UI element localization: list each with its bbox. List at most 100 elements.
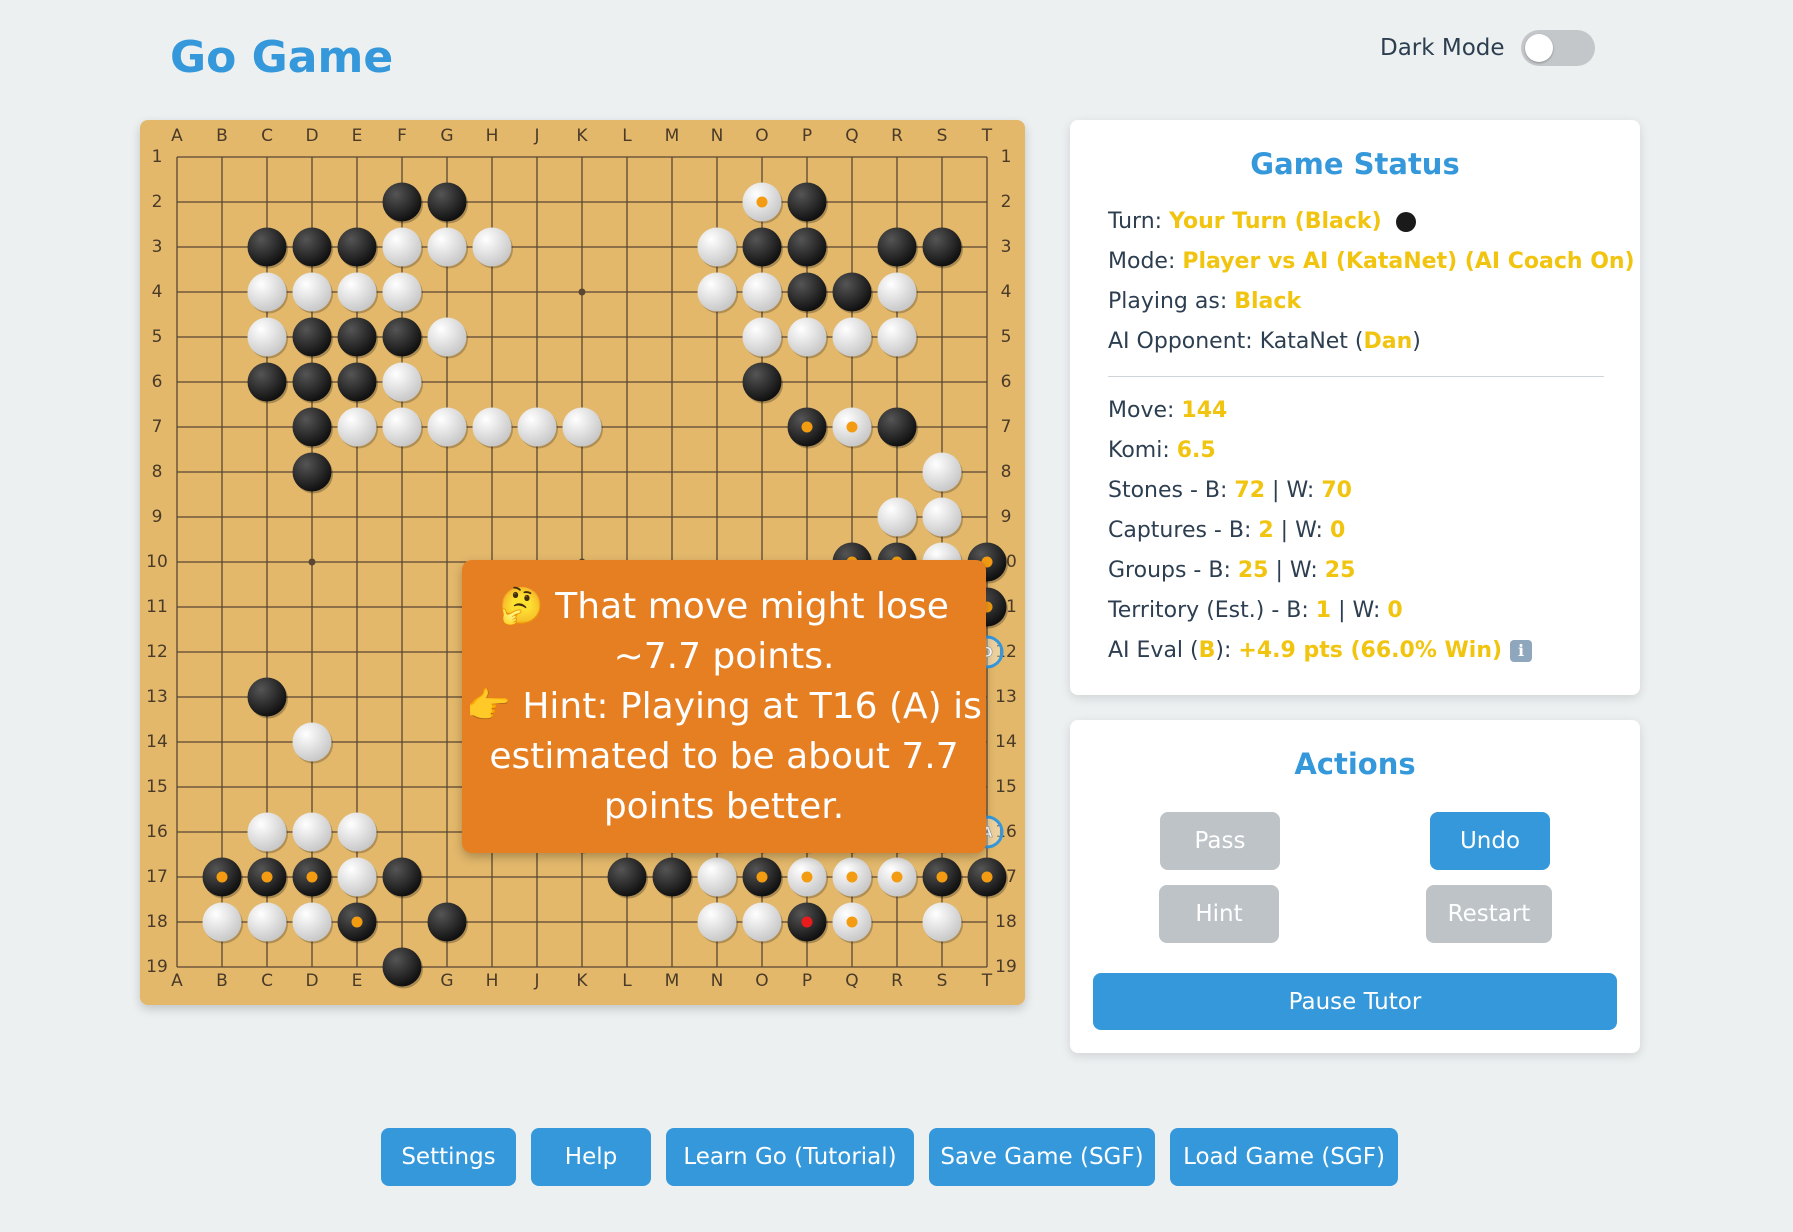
row-label: 12 bbox=[146, 642, 168, 662]
status-divider bbox=[1108, 376, 1604, 377]
go-board[interactable]: AABBCCDDEEFFGGHHJJKKLLMMNNOOPPQQRRSSTT11… bbox=[140, 120, 1025, 1005]
column-label: D bbox=[305, 126, 318, 146]
white-stone bbox=[292, 722, 332, 762]
move-label: Move: bbox=[1108, 398, 1182, 423]
white-stone bbox=[832, 317, 872, 357]
black-stone bbox=[787, 182, 827, 222]
row-label: 17 bbox=[146, 867, 168, 887]
white-stone bbox=[247, 272, 287, 312]
column-label: C bbox=[261, 126, 273, 146]
black-stone bbox=[787, 227, 827, 267]
hint-button[interactable]: Hint bbox=[1159, 885, 1279, 943]
tutorial-button[interactable]: Learn Go (Tutorial) bbox=[666, 1128, 914, 1186]
save-sgf-button[interactable]: Save Game (SGF) bbox=[929, 1128, 1155, 1186]
opponent-level: Dan bbox=[1363, 329, 1413, 354]
captures-label: Captures - B: bbox=[1108, 518, 1259, 543]
black-stone bbox=[427, 182, 467, 222]
column-label: O bbox=[755, 971, 768, 991]
dark-mode-toggle[interactable] bbox=[1520, 30, 1595, 66]
undo-button[interactable]: Undo bbox=[1430, 812, 1550, 870]
stones-sep: | W: bbox=[1265, 478, 1322, 503]
komi-row: Komi: 6.5 bbox=[1108, 431, 1604, 471]
pass-button[interactable]: Pass bbox=[1160, 812, 1280, 870]
black-stone bbox=[337, 317, 377, 357]
stones-white: 70 bbox=[1321, 478, 1352, 503]
row-label: 18 bbox=[146, 912, 168, 932]
influence-marker bbox=[801, 871, 813, 883]
playing-as-row: Playing as: Black bbox=[1108, 282, 1604, 322]
black-stone bbox=[382, 947, 422, 987]
captures-white: 0 bbox=[1329, 518, 1346, 543]
white-stone bbox=[247, 812, 287, 852]
white-stone bbox=[922, 497, 962, 537]
star-point bbox=[578, 288, 586, 296]
influence-marker bbox=[306, 871, 318, 883]
row-label: 1 bbox=[1001, 147, 1012, 167]
komi-label: Komi: bbox=[1108, 438, 1177, 463]
black-stone bbox=[292, 407, 332, 447]
load-sgf-button[interactable]: Load Game (SGF) bbox=[1170, 1128, 1398, 1186]
turn-value: Your Turn (Black) bbox=[1169, 209, 1382, 234]
column-label: R bbox=[891, 126, 903, 146]
pause-tutor-button[interactable]: Pause Tutor bbox=[1093, 973, 1617, 1030]
white-stone bbox=[697, 272, 737, 312]
white-stone bbox=[877, 497, 917, 537]
column-label: S bbox=[937, 126, 948, 146]
status-rows: Turn: Your Turn (Black) Mode: Player vs … bbox=[1108, 202, 1635, 671]
territory-row: Territory (Est.) - B: 1 | W: 0 bbox=[1108, 591, 1604, 631]
white-stone bbox=[382, 227, 422, 267]
influence-marker bbox=[351, 916, 363, 928]
white-stone bbox=[922, 902, 962, 942]
row-label: 15 bbox=[146, 777, 168, 797]
column-label: G bbox=[440, 126, 453, 146]
white-stone bbox=[202, 902, 242, 942]
black-stone bbox=[877, 227, 917, 267]
white-stone bbox=[337, 272, 377, 312]
black-stone bbox=[787, 272, 827, 312]
column-label: L bbox=[622, 971, 632, 991]
column-label: T bbox=[981, 971, 993, 991]
white-stone bbox=[292, 812, 332, 852]
row-label: 3 bbox=[1001, 237, 1012, 257]
atari-marker bbox=[801, 916, 813, 928]
white-stone bbox=[742, 902, 782, 942]
row-label: 14 bbox=[995, 732, 1017, 752]
white-stone bbox=[247, 317, 287, 357]
influence-marker bbox=[756, 196, 768, 208]
column-label: P bbox=[802, 971, 812, 991]
row-label: 9 bbox=[152, 507, 163, 527]
white-stone bbox=[922, 452, 962, 492]
info-icon[interactable]: ℹ bbox=[1510, 640, 1533, 662]
column-label: R bbox=[891, 971, 903, 991]
column-label: M bbox=[665, 126, 680, 146]
settings-button[interactable]: Settings bbox=[381, 1128, 516, 1186]
black-stone bbox=[382, 317, 422, 357]
opponent-row: AI Opponent: KataNet (Dan) bbox=[1108, 322, 1604, 362]
row-label: 2 bbox=[1001, 192, 1012, 212]
row-label: 4 bbox=[152, 282, 163, 302]
row-label: 10 bbox=[146, 552, 168, 572]
opponent-close: ) bbox=[1412, 329, 1421, 354]
white-stone bbox=[337, 857, 377, 897]
column-label: S bbox=[937, 971, 948, 991]
column-label: E bbox=[352, 126, 363, 146]
row-label: 7 bbox=[152, 417, 163, 437]
row-label: 13 bbox=[146, 687, 168, 707]
white-stone bbox=[697, 902, 737, 942]
help-button[interactable]: Help bbox=[531, 1128, 651, 1186]
move-value: 144 bbox=[1181, 398, 1228, 423]
column-label: B bbox=[216, 971, 228, 991]
restart-button[interactable]: Restart bbox=[1426, 885, 1552, 943]
black-stone bbox=[292, 362, 332, 402]
white-stone bbox=[562, 407, 602, 447]
row-label: 16 bbox=[146, 822, 168, 842]
opponent-label: AI Opponent: KataNet ( bbox=[1108, 329, 1364, 354]
territory-label: Territory (Est.) - B: bbox=[1108, 598, 1316, 623]
groups-label: Groups - B: bbox=[1108, 558, 1238, 583]
influence-marker bbox=[846, 421, 858, 433]
column-label: E bbox=[352, 971, 363, 991]
white-stone bbox=[382, 272, 422, 312]
row-label: 18 bbox=[995, 912, 1017, 932]
column-label: B bbox=[216, 126, 228, 146]
white-stone bbox=[382, 362, 422, 402]
